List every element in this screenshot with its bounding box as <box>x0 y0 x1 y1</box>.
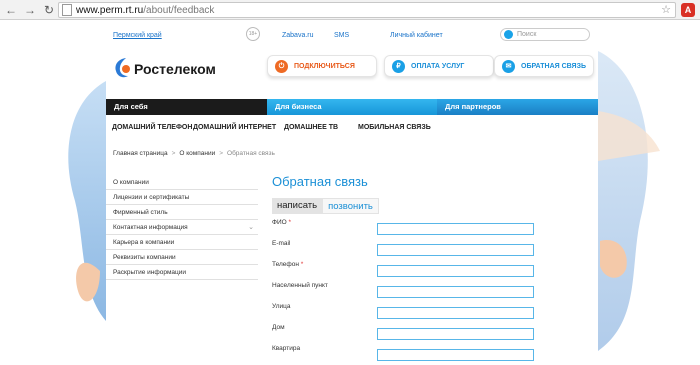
top-links: Пермский край 18+ Zabava.ru SMS Личный к… <box>106 21 598 45</box>
reload-icon[interactable]: ↻ <box>41 2 57 18</box>
extension-icon[interactable]: A <box>681 3 695 17</box>
nav-for-partners[interactable]: Для партнеров <box>437 99 598 115</box>
back-icon[interactable]: ← <box>3 2 19 18</box>
field-label: Населенный пункт <box>272 282 328 289</box>
form-row-city: Населенный пункт <box>272 282 534 299</box>
logo[interactable]: Ростелеком <box>112 54 220 86</box>
sidebar-item-label: Контактная информация <box>113 224 188 231</box>
breadcrumb-separator: > <box>219 150 224 157</box>
field-label: Квартира <box>272 345 301 352</box>
personal-cabinet-link[interactable]: Личный кабинет <box>390 32 443 39</box>
envelope-icon: ✉ <box>502 59 515 73</box>
subnav-mobile[interactable]: МОБИЛЬНАЯ СВЯЗЬ <box>358 124 431 131</box>
sms-link[interactable]: SMS <box>334 32 349 39</box>
field-label: ФИО * <box>272 219 292 226</box>
nav-for-business[interactable]: Для бизнеса <box>267 99 437 115</box>
ruble-icon: ₽ <box>392 59 405 73</box>
field-label: Телефон * <box>272 261 304 268</box>
url-path: /about/feedback <box>143 4 215 16</box>
connect-button[interactable]: ⏻ ПОДКЛЮЧИТЬСЯ <box>267 55 377 77</box>
city-field[interactable] <box>377 286 534 298</box>
page-icon <box>62 4 72 16</box>
tab-write[interactable]: написать <box>272 198 323 214</box>
breadcrumb-current: Обратная связь <box>227 150 275 157</box>
breadcrumb: Главная страница > О компании > Обратная свя… <box>113 150 275 157</box>
subnav-home-internet[interactable]: ДОМАШНИЙ ИНТЕРНЕТ <box>193 124 276 131</box>
field-label: E-mail <box>272 240 291 247</box>
age-rating-badge: 18+ <box>246 27 260 41</box>
apartment-field[interactable] <box>377 349 534 361</box>
sidebar-item-career[interactable]: Карьера в компании <box>106 235 258 250</box>
breadcrumb-home[interactable]: Главная страница <box>113 150 168 157</box>
main-nav: Для себя Для бизнеса Для партнеров <box>106 99 598 115</box>
email-field[interactable] <box>377 244 534 256</box>
breadcrumb-about[interactable]: О компании <box>179 150 215 157</box>
field-label: Дом <box>272 324 285 331</box>
chevron-down-icon: ⌄ <box>248 224 254 231</box>
page-title: Обратная связь <box>272 174 368 189</box>
sidebar-item-disclosure[interactable]: Раскрытие информации <box>106 265 258 280</box>
field-label: Улица <box>272 303 291 310</box>
bookmark-star-icon[interactable]: ☆ <box>661 3 671 16</box>
breadcrumb-separator: > <box>171 150 176 157</box>
address-bar[interactable]: www.perm.rt.ru/about/feedback ☆ <box>58 2 676 18</box>
subnav-home-tv[interactable]: ДОМАШНЕЕ ТВ <box>284 124 338 131</box>
region-link[interactable]: Пермский край <box>113 32 162 39</box>
house-field[interactable] <box>377 328 534 340</box>
logo-text: Ростелеком <box>134 61 216 77</box>
forward-icon[interactable]: → <box>22 2 38 18</box>
pay-label: ОПЛАТА УСЛУГ <box>411 62 465 70</box>
nav-for-self[interactable]: Для себя <box>106 99 267 115</box>
browser-toolbar: ← → ↻ www.perm.rt.ru/about/feedback ☆ A <box>0 0 700 20</box>
form-row-phone: Телефон * <box>272 261 534 278</box>
connect-label: ПОДКЛЮЧИТЬСЯ <box>294 62 355 70</box>
power-icon: ⏻ <box>275 59 288 73</box>
tab-call[interactable]: позвонить <box>322 198 379 214</box>
url-host: www.perm.rt.ru <box>76 4 144 16</box>
content-area: Пермский край 18+ Zabava.ru SMS Личный к… <box>106 21 598 365</box>
sidebar-item-requisites[interactable]: Реквизиты компании <box>106 250 258 265</box>
subnav-home-phone[interactable]: ДОМАШНИЙ ТЕЛЕФОН <box>112 124 192 131</box>
sidebar-item-about[interactable]: О компании <box>106 175 258 190</box>
fio-field[interactable] <box>377 223 534 235</box>
zabava-link[interactable]: Zabava.ru <box>282 32 314 39</box>
search-placeholder: Поиск <box>517 31 537 38</box>
form-row-street: Улица <box>272 303 534 320</box>
form-row-house: Дом <box>272 324 534 341</box>
sidebar-item-licenses[interactable]: Лицензии и сертификаты <box>106 190 258 205</box>
sidebar-item-brand-style[interactable]: Фирменный стиль <box>106 205 258 220</box>
phone-field[interactable] <box>377 265 534 277</box>
web-page: Пермский край 18+ Zabava.ru SMS Личный к… <box>0 21 700 365</box>
form-tabs: написать позвонить <box>272 198 379 214</box>
form-row-email: E-mail <box>272 240 534 257</box>
pay-services-button[interactable]: ₽ ОПЛАТА УСЛУГ <box>384 55 494 77</box>
search-input[interactable]: Поиск <box>500 28 590 41</box>
rostelecom-logo-icon <box>115 58 130 78</box>
search-icon[interactable] <box>504 30 513 39</box>
sidebar-item-contacts[interactable]: Контактная информация ⌄ <box>106 220 258 235</box>
form-row-apartment: Квартира <box>272 345 534 362</box>
street-field[interactable] <box>377 307 534 319</box>
feedback-label: ОБРАТНАЯ СВЯЗЬ <box>521 62 586 70</box>
feedback-button[interactable]: ✉ ОБРАТНАЯ СВЯЗЬ <box>494 55 594 77</box>
sidebar: О компании Лицензии и сертификаты Фирмен… <box>106 175 258 280</box>
form-row-fio: ФИО * <box>272 219 534 236</box>
